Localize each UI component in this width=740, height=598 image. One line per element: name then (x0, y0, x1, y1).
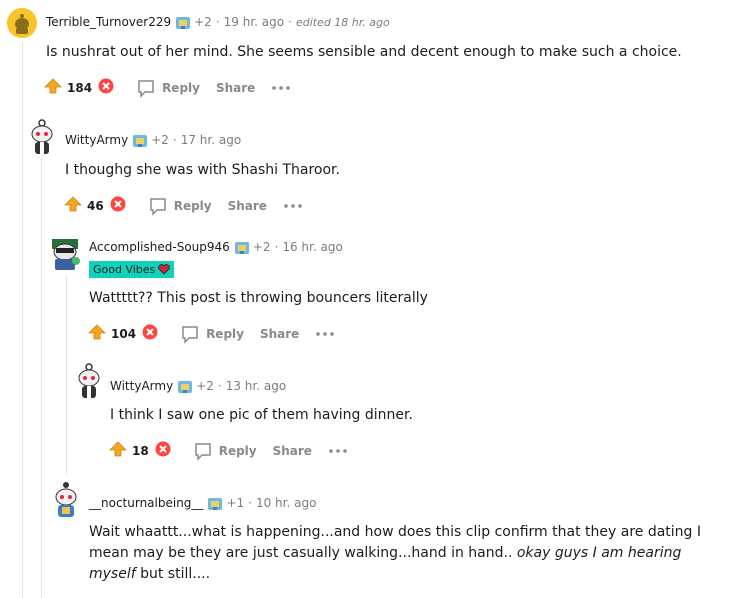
user-flair: Good Vibes (89, 261, 175, 278)
timestamp[interactable]: 17 hr. ago (181, 133, 241, 147)
reply-bubble-icon (138, 80, 154, 98)
thread-line-1[interactable] (22, 42, 23, 598)
vote-count: 184 (67, 81, 93, 95)
downvote-icon[interactable] (98, 78, 114, 98)
award-icon[interactable] (234, 240, 250, 254)
downvote-icon[interactable] (110, 196, 126, 216)
reply-button[interactable]: Reply (148, 196, 212, 216)
vote-count: 18 (132, 444, 149, 458)
separator-dot: · (248, 496, 252, 510)
timestamp[interactable]: 19 hr. ago (224, 15, 284, 29)
award-count: +2 (196, 379, 214, 393)
comment-actions: 18 Reply Share (109, 440, 370, 462)
more-options-button[interactable] (328, 448, 354, 454)
snoo-avatar-icon (78, 363, 100, 398)
upvote-icon[interactable] (44, 78, 62, 98)
upvote-icon[interactable] (88, 324, 106, 344)
more-options-button[interactable] (271, 85, 297, 91)
snoo-avatar-icon (7, 8, 37, 38)
award-count: +2 (151, 133, 169, 147)
comment-body: Is nushrat out of her mind. She seems se… (46, 44, 682, 60)
vote-count: 104 (111, 327, 137, 341)
comment-meta: WittyArmy +2 · 17 hr. ago (65, 133, 241, 147)
separator-dot: · (288, 15, 292, 29)
timestamp[interactable]: 10 hr. ago (256, 496, 316, 510)
reply-button[interactable]: Reply (136, 78, 200, 98)
award-count: +2 (194, 15, 212, 29)
username[interactable]: Accomplished-Soup946 (89, 240, 230, 254)
username[interactable]: Terrible_Turnover229 (46, 15, 171, 29)
avatar[interactable] (48, 235, 82, 271)
share-button[interactable]: Share (228, 199, 267, 213)
comment-actions: 104 Reply Share (88, 323, 357, 345)
reply-button[interactable]: Reply (180, 324, 244, 344)
avatar[interactable] (74, 362, 104, 400)
snoo-avatar-icon (52, 239, 80, 270)
award-count: +2 (252, 240, 271, 254)
username[interactable]: WittyArmy (65, 133, 128, 147)
reply-label: Reply (162, 81, 200, 95)
reply-button[interactable]: Reply (193, 441, 257, 461)
award-icon[interactable] (207, 496, 223, 510)
snoo-avatar-icon (31, 119, 53, 154)
downvote-icon[interactable] (142, 324, 158, 344)
separator-dot: · (274, 240, 279, 254)
award-icon[interactable] (177, 379, 193, 393)
share-button[interactable]: Share (216, 81, 255, 95)
more-options-button[interactable] (315, 331, 341, 337)
comment-meta: __nocturnalbeing__ +1 · 10 hr. ago (89, 496, 316, 510)
more-dots-icon (272, 86, 291, 90)
snoo-avatar-icon (55, 482, 77, 517)
more-dots-icon (316, 332, 335, 336)
avatar[interactable] (7, 8, 37, 38)
downvote-icon[interactable] (155, 441, 171, 461)
avatar[interactable] (50, 480, 82, 520)
comment-body: Wait whaattt...what is happening...and h… (89, 522, 729, 585)
more-dots-icon (284, 204, 302, 208)
timestamp[interactable]: 13 hr. ago (226, 379, 286, 393)
comment-meta: Terrible_Turnover229 +2 · 19 hr. ago · e… (46, 15, 390, 29)
comment-actions: 184 Reply Share (44, 77, 313, 99)
comment-meta: WittyArmy +2 · 13 hr. ago (110, 379, 286, 393)
thread-line-3[interactable] (66, 275, 67, 475)
thread-line-2[interactable] (41, 158, 42, 598)
reply-bubble-icon (149, 198, 166, 216)
comment-actions: 46 Reply Share (64, 195, 325, 217)
flair-text: Good Vibes (93, 263, 156, 276)
comment-body: I think I saw one pic of them having din… (110, 407, 413, 423)
heart-icon (158, 264, 171, 275)
reply-label: Reply (173, 199, 212, 213)
upvote-icon[interactable] (64, 196, 82, 216)
comment-body: I thoughg she was with Shashi Tharoor. (65, 162, 340, 178)
vote-count: 46 (87, 199, 104, 213)
share-button[interactable]: Share (273, 444, 312, 458)
username[interactable]: __nocturnalbeing__ (89, 496, 203, 510)
award-icon[interactable] (175, 15, 191, 29)
username[interactable]: WittyArmy (110, 379, 173, 393)
separator-dot: · (217, 379, 222, 393)
share-button[interactable]: Share (260, 327, 299, 341)
reply-bubble-icon (194, 443, 211, 461)
edited-timestamp: edited 18 hr. ago (295, 15, 390, 29)
timestamp[interactable]: 16 hr. ago (282, 240, 342, 254)
reply-label: Reply (218, 444, 257, 458)
award-count: +1 (226, 496, 245, 510)
avatar[interactable] (27, 118, 57, 156)
comment-body-end: but still.... (135, 566, 211, 582)
award-icon[interactable] (132, 133, 148, 147)
reply-bubble-icon (182, 326, 198, 344)
reply-label: Reply (206, 327, 244, 341)
more-options-button[interactable] (283, 203, 309, 209)
comment-body: Wattttt?? This post is throwing bouncers… (89, 290, 428, 306)
more-dots-icon (329, 449, 347, 453)
separator-dot: · (172, 133, 177, 147)
separator-dot: · (215, 15, 220, 29)
upvote-icon[interactable] (109, 441, 127, 461)
comment-meta: Accomplished-Soup946 +2 · 16 hr. ago (89, 240, 343, 254)
